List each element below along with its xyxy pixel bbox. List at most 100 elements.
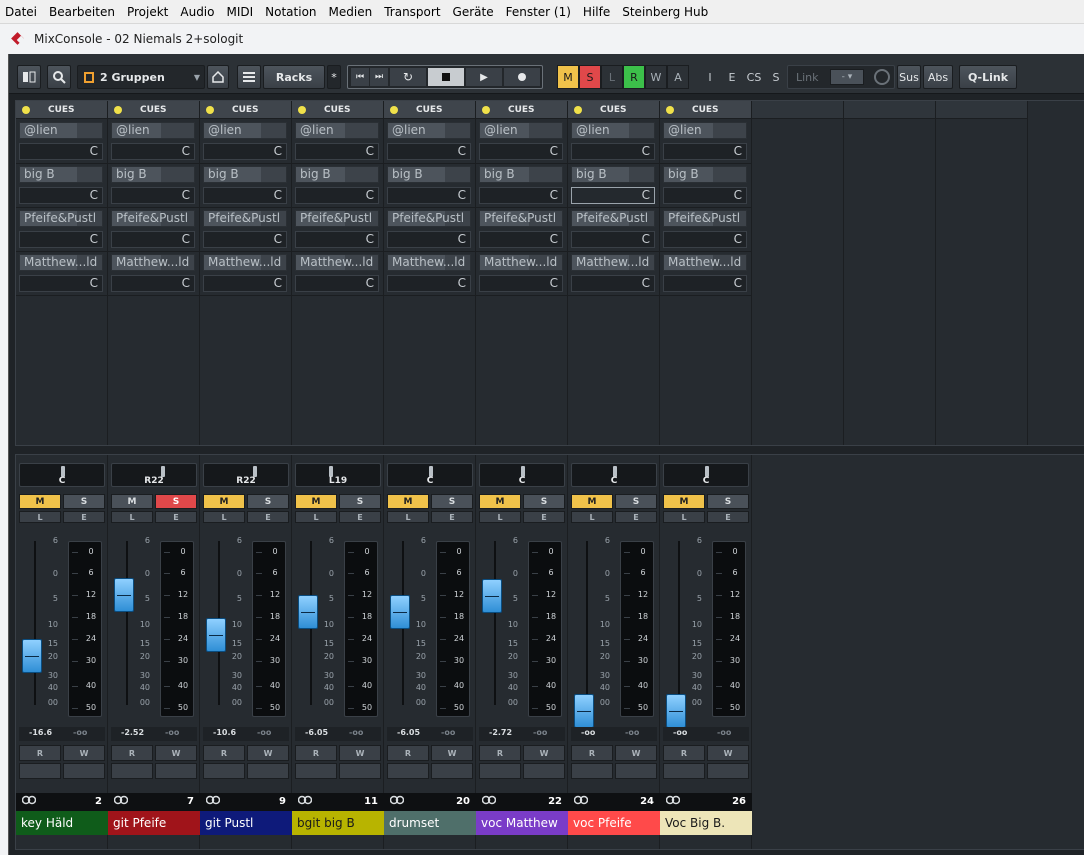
cycle-button[interactable]: ↻ [390, 68, 426, 86]
mute-button[interactable]: M [111, 494, 153, 509]
volume-value[interactable]: -6.05 [397, 728, 420, 737]
cue-send-pan[interactable]: C [387, 143, 471, 160]
edit-button[interactable]: E [247, 511, 289, 523]
write-automation-button[interactable]: W [431, 745, 473, 761]
cue-send-pan[interactable]: C [387, 275, 471, 292]
write-automation-button[interactable]: W [247, 745, 289, 761]
racks-menu-button[interactable] [237, 65, 261, 89]
abs-button[interactable]: Abs [923, 65, 953, 89]
cue-send-slot[interactable]: Pfeife&Pustl [663, 210, 747, 227]
automation-extra-button[interactable] [663, 763, 705, 779]
channel-name[interactable]: bgit big B [292, 811, 384, 835]
cue-send-slot[interactable]: Matthew...ld [479, 254, 563, 271]
cue-send-slot[interactable]: @lien [479, 122, 563, 139]
solo-button[interactable]: S [431, 494, 473, 509]
peak-value[interactable]: -oo [625, 728, 639, 737]
pan-control[interactable]: R22 [203, 463, 289, 487]
read-automation-button[interactable]: R [111, 745, 153, 761]
cue-send-slot[interactable]: Matthew...ld [295, 254, 379, 271]
read-automation-button[interactable]: R [295, 745, 337, 761]
cue-send-slot[interactable]: Matthew...ld [203, 254, 287, 271]
volume-fader[interactable] [206, 618, 226, 653]
cue-send-pan[interactable]: C [295, 231, 379, 248]
cues-header[interactable]: CUES [568, 101, 659, 119]
solo-button[interactable]: S [63, 494, 105, 509]
cue-send-slot[interactable]: big B [203, 166, 287, 183]
automation-extra-button[interactable] [19, 763, 61, 779]
volume-fader[interactable] [482, 578, 502, 613]
read-automation-button[interactable]: R [479, 745, 521, 761]
cue-send-pan[interactable]: C [571, 187, 655, 204]
cue-send-pan[interactable]: C [387, 231, 471, 248]
read-automation-button[interactable]: R [203, 745, 245, 761]
mute-button[interactable]: M [663, 494, 705, 509]
cue-send-slot[interactable]: Matthew...ld [387, 254, 471, 271]
menu-item[interactable]: Medien [324, 0, 380, 24]
cues-header[interactable]: CUES [108, 101, 199, 119]
link-select[interactable]: - ▾ [830, 69, 864, 85]
pan-control[interactable]: R22 [111, 463, 197, 487]
cue-send-pan[interactable]: C [295, 143, 379, 160]
racks-star-button[interactable]: * [327, 65, 341, 89]
channel-name[interactable]: voc Matthew [476, 811, 568, 835]
cue-send-slot[interactable]: Pfeife&Pustl [387, 210, 471, 227]
menu-item[interactable]: Transport [379, 0, 447, 24]
cue-send-slot[interactable]: big B [111, 166, 195, 183]
menu-item[interactable]: Hilfe [578, 0, 617, 24]
peak-value[interactable]: -oo [165, 728, 179, 737]
cue-send-pan[interactable]: C [479, 231, 563, 248]
volume-value[interactable]: -oo [581, 728, 595, 737]
cues-power-icon[interactable] [206, 105, 214, 114]
write-automation-button[interactable]: W [63, 745, 105, 761]
cue-send-slot[interactable]: Pfeife&Pustl [571, 210, 655, 227]
cues-header[interactable]: CUES [660, 101, 751, 119]
volume-fader[interactable] [390, 595, 410, 630]
prev-marker-button[interactable]: ⏮ [351, 68, 369, 86]
mute-button[interactable]: M [387, 494, 429, 509]
cue-send-slot[interactable]: @lien [203, 122, 287, 139]
cues-header[interactable]: CUES [16, 101, 107, 119]
cue-send-pan[interactable]: C [111, 275, 195, 292]
automation-extra-button[interactable] [707, 763, 749, 779]
menu-item[interactable]: Audio [175, 0, 221, 24]
peak-value[interactable]: -oo [533, 728, 547, 737]
cue-send-pan[interactable]: C [387, 187, 471, 204]
cues-power-icon[interactable] [390, 105, 398, 114]
cue-send-pan[interactable]: C [19, 187, 103, 204]
cue-send-pan[interactable]: C [663, 187, 747, 204]
cues-power-icon[interactable] [574, 105, 582, 114]
peak-value[interactable]: -oo [441, 728, 455, 737]
write-automation-button[interactable]: W [155, 745, 197, 761]
global-a-button[interactable]: A [667, 65, 689, 89]
solo-button[interactable]: S [339, 494, 381, 509]
cue-send-slot[interactable]: Matthew...ld [19, 254, 103, 271]
cue-send-slot[interactable]: Pfeife&Pustl [111, 210, 195, 227]
channel-name[interactable]: drumset [384, 811, 476, 835]
mute-button[interactable]: M [295, 494, 337, 509]
layout-toggle-button[interactable] [17, 65, 41, 89]
stop-button[interactable] [428, 68, 464, 86]
cue-send-slot[interactable]: Pfeife&Pustl [479, 210, 563, 227]
read-automation-button[interactable]: R [663, 745, 705, 761]
cues-header[interactable]: CUES [476, 101, 567, 119]
menu-item[interactable]: Datei [0, 0, 44, 24]
menu-item[interactable]: Geräte [448, 0, 501, 24]
peak-value[interactable]: -oo [73, 728, 87, 737]
cues-power-icon[interactable] [114, 105, 122, 114]
cues-power-icon[interactable] [298, 105, 306, 114]
filter-cs-button[interactable]: CS [743, 65, 765, 89]
menu-item[interactable]: Bearbeiten [44, 0, 122, 24]
cue-send-slot[interactable]: Pfeife&Pustl [19, 210, 103, 227]
volume-fader[interactable] [298, 595, 318, 630]
cue-send-slot[interactable]: big B [663, 166, 747, 183]
cue-send-pan[interactable]: C [295, 187, 379, 204]
cue-send-pan[interactable]: C [111, 187, 195, 204]
automation-extra-button[interactable] [615, 763, 657, 779]
automation-extra-button[interactable] [295, 763, 337, 779]
automation-extra-button[interactable] [203, 763, 245, 779]
cue-send-slot[interactable]: Matthew...ld [111, 254, 195, 271]
cue-send-slot[interactable]: @lien [111, 122, 195, 139]
cue-send-slot[interactable]: @lien [663, 122, 747, 139]
cue-send-pan[interactable]: C [203, 143, 287, 160]
filter-s-button[interactable]: S [765, 65, 787, 89]
